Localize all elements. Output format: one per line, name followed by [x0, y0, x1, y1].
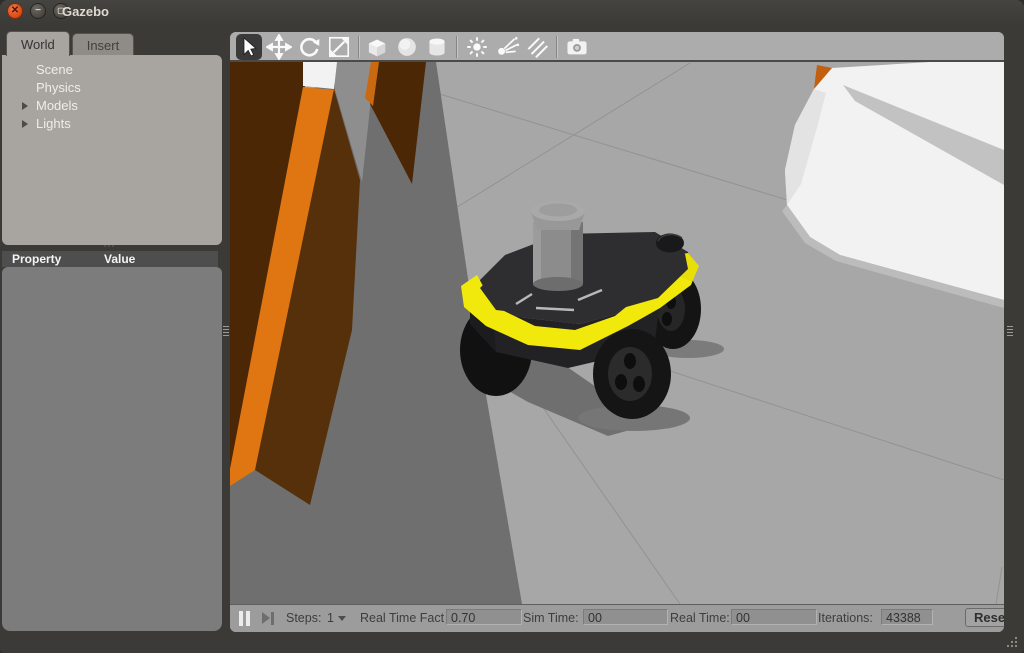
sim-time-label: Sim Time:	[523, 611, 579, 625]
step-icon	[262, 612, 270, 624]
minimize-button[interactable]: −	[30, 3, 46, 19]
tree-item-lights[interactable]: Lights	[2, 116, 222, 132]
close-icon: ✕	[8, 4, 22, 18]
cylinder-icon	[424, 34, 450, 60]
reset-button[interactable]: Reset	[965, 608, 1004, 627]
property-column-header: Property	[12, 251, 61, 267]
close-button[interactable]: ✕	[7, 3, 23, 19]
select-arrow-icon	[236, 34, 262, 60]
barrier-top-face	[303, 62, 337, 89]
scale-tool-button[interactable]	[326, 34, 352, 60]
tab-insert[interactable]: Insert	[72, 33, 135, 56]
caret-down-icon	[338, 616, 346, 621]
toolbar-separator	[456, 36, 458, 58]
window-resize-grip[interactable]	[1005, 635, 1019, 649]
expand-arrow-icon	[22, 102, 28, 110]
translate-icon	[266, 34, 292, 60]
sim-time-value: 00 00:26:00.73	[583, 609, 668, 625]
panel-splitter-handle[interactable]	[104, 245, 118, 249]
value-column-header: Value	[104, 251, 135, 267]
rotate-tool-button[interactable]	[296, 34, 322, 60]
spot-light-button[interactable]	[494, 34, 520, 60]
insert-box-button[interactable]	[364, 34, 390, 60]
left-splitter[interactable]	[222, 25, 230, 632]
iterations-value: 43388	[881, 609, 933, 625]
world-tree-panel: Scene Physics Models Lights	[2, 55, 222, 245]
step-button[interactable]	[262, 612, 276, 625]
expand-arrow-icon	[22, 120, 28, 128]
property-table-header: Property Value	[2, 251, 218, 267]
toolbar-separator	[556, 36, 558, 58]
tree-item-models[interactable]: Models	[2, 98, 222, 114]
steps-label: Steps:	[286, 611, 321, 625]
property-table-body[interactable]	[2, 267, 222, 631]
insert-cylinder-button[interactable]	[424, 34, 450, 60]
rtf-value: 0.70	[446, 609, 522, 625]
sphere-icon	[394, 34, 420, 60]
directional-light-icon	[524, 34, 550, 60]
iterations-label: Iterations:	[818, 611, 873, 625]
rtf-label: Real Time Fact	[360, 611, 444, 625]
viewport-toolbar	[230, 32, 1004, 62]
tree-item-scene[interactable]: Scene	[2, 62, 222, 78]
rotate-icon	[296, 34, 322, 60]
box-icon	[364, 34, 390, 60]
camera-icon	[564, 34, 590, 60]
gazebo-window: ✕ − ▢ Gazebo World Insert Scene Physics …	[0, 0, 1024, 653]
pause-button[interactable]	[238, 611, 252, 626]
spot-light-icon	[494, 34, 520, 60]
tree-item-physics[interactable]: Physics	[2, 80, 222, 96]
render-viewport: Steps: 1 Real Time Fact 0.70 Sim Time: 0…	[230, 32, 1004, 632]
directional-light-button[interactable]	[524, 34, 550, 60]
real-time-label: Real Time:	[670, 611, 730, 625]
steps-spinner[interactable]: 1	[327, 611, 346, 625]
scale-icon	[326, 34, 352, 60]
lidar-sensor	[531, 201, 585, 291]
window-title: Gazebo	[62, 4, 109, 19]
tab-world[interactable]: World	[6, 31, 70, 56]
simulation-status-bar: Steps: 1 Real Time Fact 0.70 Sim Time: 0…	[230, 604, 1004, 632]
3d-scene-canvas[interactable]	[230, 62, 1004, 604]
point-light-icon	[464, 34, 490, 60]
insert-sphere-button[interactable]	[394, 34, 420, 60]
right-splitter[interactable]	[1006, 25, 1014, 632]
screenshot-button[interactable]	[564, 34, 590, 60]
point-light-button[interactable]	[464, 34, 490, 60]
sidebar-tabs: World Insert	[6, 31, 134, 56]
title-bar[interactable]: ✕ − ▢ Gazebo	[0, 0, 1024, 25]
translate-tool-button[interactable]	[266, 34, 292, 60]
minimize-icon: −	[31, 4, 45, 18]
select-tool-button[interactable]	[236, 34, 262, 60]
real-time-value: 00 00:00:51.80	[731, 609, 817, 625]
toolbar-separator	[358, 36, 360, 58]
